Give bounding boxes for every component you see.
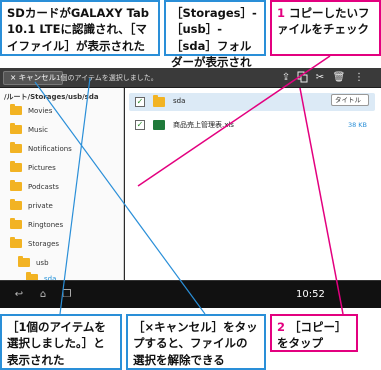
status-clock: 10:52 [296,289,325,300]
folder-label: Notifications [28,145,72,153]
delete-icon[interactable]: 🗑 [332,71,346,85]
list-item-file[interactable]: ✓ 商品売上管理表.xls 38 KB [129,116,375,134]
step-number: 1 [277,6,286,20]
callout-text: SDカードがGALAXY Tab 10.1 LTEに認識され、［マイファイル］が… [7,6,149,53]
back-icon[interactable]: ↩ [12,288,26,302]
folder-icon [18,256,30,267]
spreadsheet-icon [153,120,165,130]
row-name: sda [173,97,186,105]
row-name: 商品売上管理表.xls [173,121,234,129]
file-list-pane: ✓ sda タイトル ✓ 商品売上管理表.xls 38 KB [125,88,381,280]
folder-item-movies[interactable]: Movies [10,102,120,120]
current-path: /ルート/Storages/usb/sda [4,93,99,101]
callout-storages-folder: ［Storages］-［usb］-［sda］フォルダーが表示された [164,0,266,85]
share-icon[interactable]: ⇪ [279,71,293,85]
folder-tree-pane: /ルート/Storages/usb/sda Movies Music Notif… [0,88,124,283]
folder-icon [10,161,22,172]
callout-text: ［×キャンセル］をタップすると、ファイルの選択を解除できる [133,320,258,367]
folder-label: Ringtones [28,221,64,229]
folder-label: Movies [28,107,53,115]
folder-icon [10,199,22,210]
cut-icon[interactable]: ✂ [313,71,327,85]
copy-icon[interactable] [296,71,310,85]
home-icon[interactable]: ⌂ [36,288,50,302]
folder-item-pictures[interactable]: Pictures [10,159,120,177]
callout-cancel-tip: ［×キャンセル］をタップすると、ファイルの選択を解除できる [126,314,266,370]
folder-label: Storages [28,240,60,248]
folder-icon [10,123,22,134]
folder-label: Podcasts [28,183,59,191]
folder-item-ringtones[interactable]: Ringtones [10,216,120,234]
tablet-screen: × キャンセル 1個のアイテムを選択しました。 ⇪ ✂ 🗑 ⋮ /ルート/Sto… [0,68,381,308]
folder-icon [10,142,22,153]
folder-label: private [28,202,53,210]
folder-icon [10,218,22,229]
folder-icon [153,95,165,107]
sort-dropdown[interactable]: タイトル [331,94,369,106]
callout-step2-copy: 2 ［コピー］をタップ [270,314,358,352]
folder-icon [10,180,22,191]
folder-item-storages[interactable]: Storages [10,235,120,253]
callout-selected-message: ［1個のアイテムを選択しました。］と表示された [0,314,122,370]
folder-label: Music [28,126,48,134]
step-number: 2 [277,320,286,334]
recent-apps-icon[interactable]: ❐ [60,288,74,302]
folder-icon [10,104,22,115]
folder-item-podcasts[interactable]: Podcasts [10,178,120,196]
folder-item-private[interactable]: private [10,197,120,215]
callout-text: ［コピー］をタップ [277,320,347,351]
row-checkbox[interactable]: ✓ [135,97,145,107]
folder-item-notifications[interactable]: Notifications [10,140,120,158]
callout-text: ［1個のアイテムを選択しました。］と表示された [7,320,106,367]
row-size: 38 KB [347,121,367,129]
system-nav-bar: ↩ ⌂ ❐ 10:52 [0,280,381,308]
row-checkbox[interactable]: ✓ [135,120,145,130]
action-bar: × キャンセル 1個のアイテムを選択しました。 ⇪ ✂ 🗑 ⋮ [0,68,381,88]
callout-text: コピーしたいファイルをチェック [277,6,370,37]
folder-label: Pictures [28,164,56,172]
folder-icon [10,237,22,248]
folder-item-music[interactable]: Music [10,121,120,139]
callout-step1-check: 1 コピーしたいファイルをチェック [270,0,381,56]
callout-sdcard-recognized: SDカードがGALAXY Tab 10.1 LTEに認識され、［マイファイル］が… [0,0,160,56]
cancel-button[interactable]: × キャンセル [3,71,64,85]
selection-status: 1個のアイテムを選択しました。 [56,74,158,82]
menu-icon[interactable]: ⋮ [352,71,366,85]
